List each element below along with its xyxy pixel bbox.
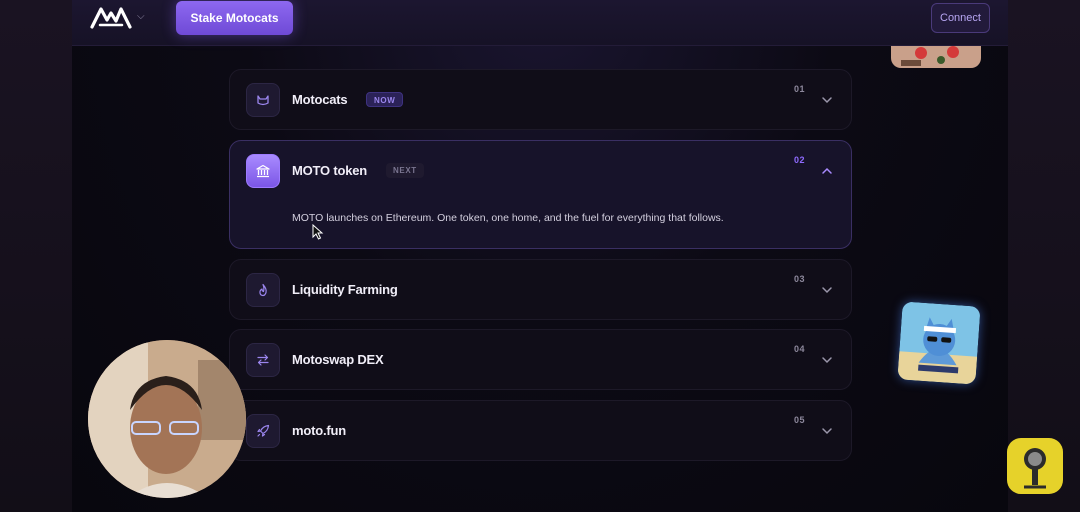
rocket-icon (246, 414, 280, 448)
flame-icon (246, 273, 280, 307)
status-badge: NOW (366, 92, 404, 107)
motocat-sticker-image (897, 301, 981, 385)
mouse-cursor-icon (312, 224, 324, 240)
roadmap-item-motocats[interactable]: Motocats NOW 01 (229, 69, 852, 130)
right-margin (1008, 0, 1080, 512)
motocat-sticker-image (891, 46, 981, 68)
step-number: 02 (793, 155, 805, 165)
roadmap-item-title: Motoswap DEX (292, 352, 384, 367)
roadmap-item-moto-fun[interactable]: moto.fun 05 (229, 400, 852, 461)
roadmap-item-title: moto.fun (292, 423, 346, 438)
chevron-down-icon[interactable] (821, 94, 833, 106)
chevron-down-icon[interactable] (821, 354, 833, 366)
step-number: 04 (793, 344, 805, 354)
roadmap-item-title: Motocats (292, 92, 348, 107)
cat-icon (246, 83, 280, 117)
stake-motocats-button[interactable]: Stake Motocats (176, 1, 293, 35)
status-badge: NEXT (386, 163, 424, 178)
swap-icon (246, 343, 280, 377)
webcam-video-overlay (88, 340, 246, 498)
step-number: 03 (793, 274, 805, 284)
logo-icon[interactable] (90, 5, 132, 31)
connect-wallet-button[interactable]: Connect (931, 3, 990, 33)
chevron-up-icon[interactable] (821, 165, 833, 177)
step-number: 05 (793, 415, 805, 425)
roadmap-item-title: Liquidity Farming (292, 282, 398, 297)
roadmap-item-title: MOTO token (292, 163, 368, 178)
chevron-down-icon[interactable] (821, 425, 833, 437)
roadmap-item-motoswap-dex[interactable]: Motoswap DEX 04 (229, 329, 852, 390)
left-margin (0, 0, 72, 512)
roadmap-item-liquidity-farming[interactable]: Liquidity Farming 03 (229, 259, 852, 320)
chevron-down-icon[interactable]: ⌵ (137, 11, 145, 22)
step-number: 01 (793, 84, 805, 94)
chevron-down-icon[interactable] (821, 284, 833, 296)
roadmap-item-description: MOTO launches on Ethereum. One token, on… (292, 212, 724, 224)
microphone-badge-icon (1007, 438, 1063, 494)
bank-icon (246, 154, 280, 188)
